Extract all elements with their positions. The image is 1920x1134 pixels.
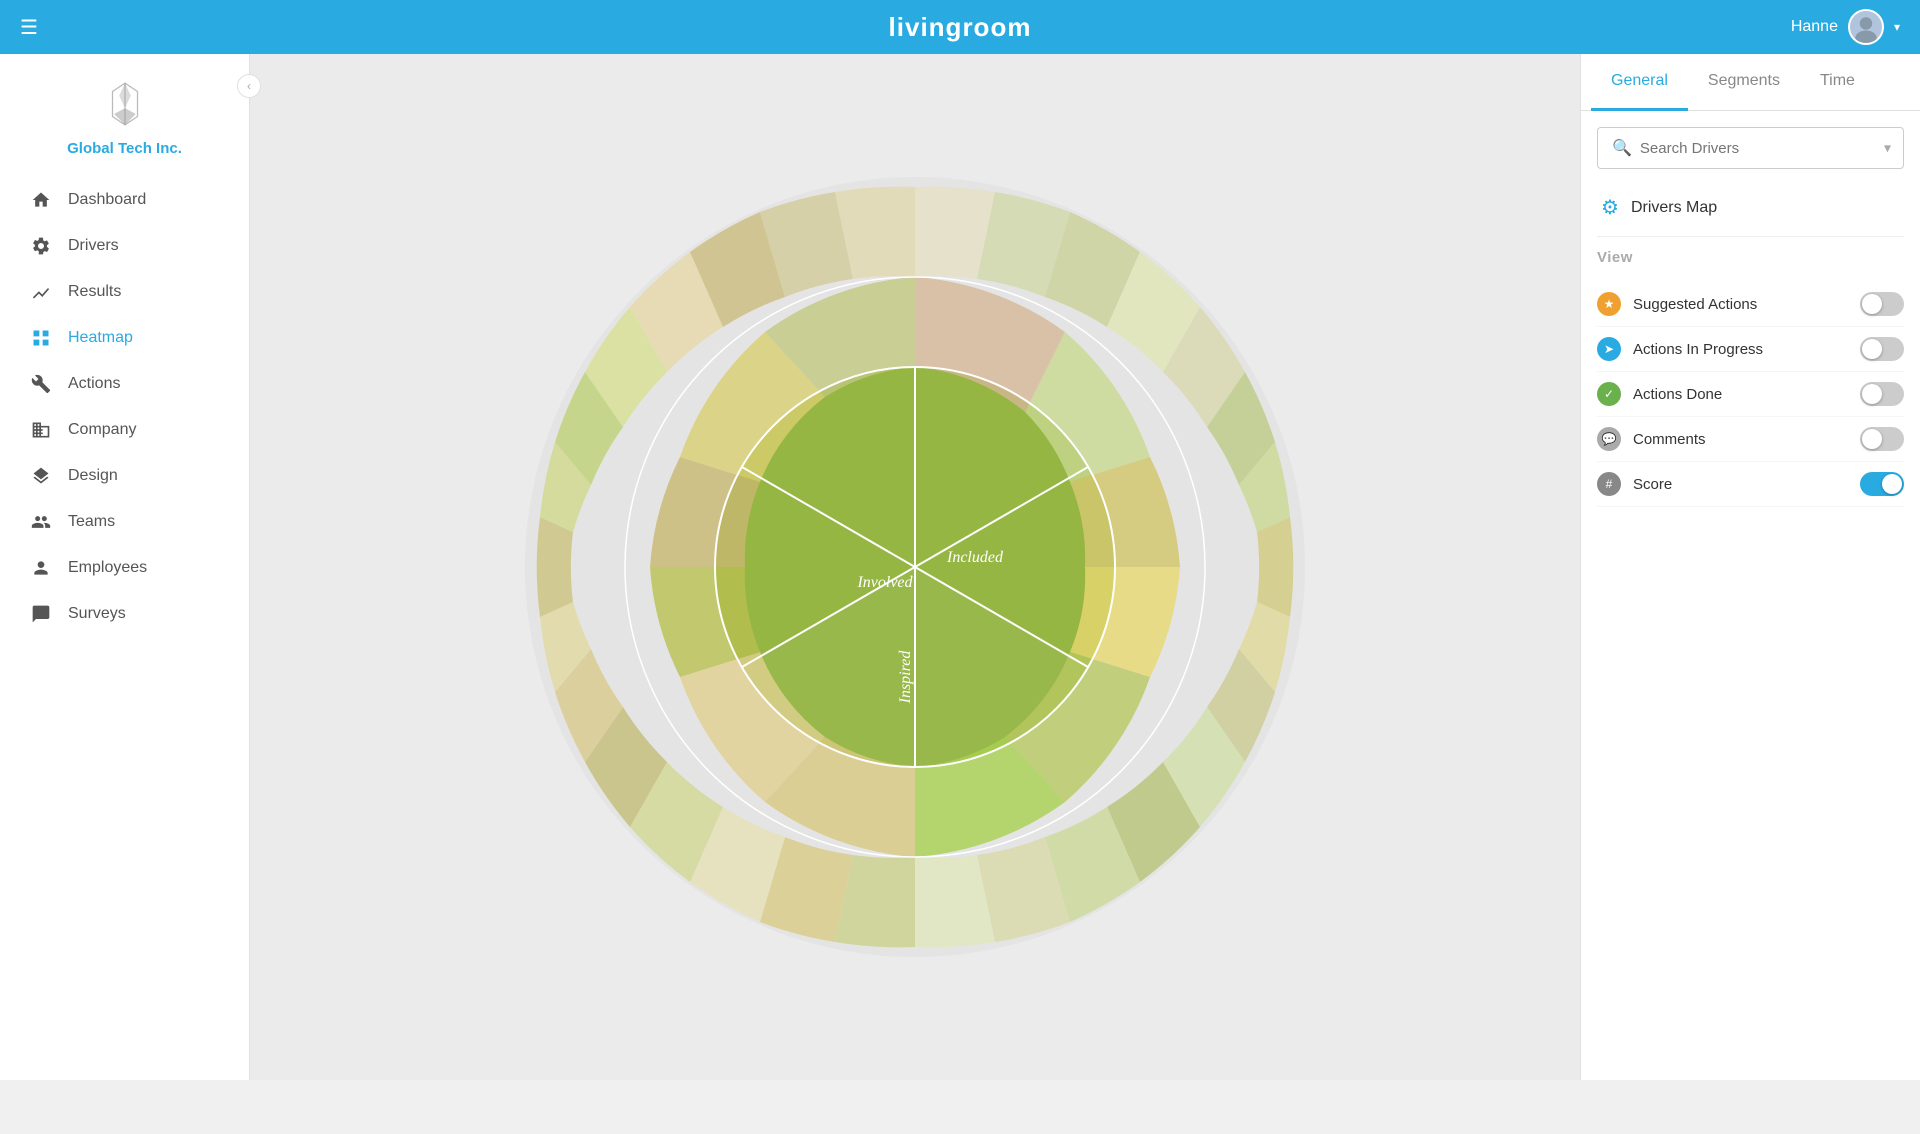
comments-label: Comments (1633, 431, 1706, 448)
topbar: ☰ livingroom Hanne ▾ (0, 0, 1920, 54)
sidebar-item-surveys[interactable]: Surveys (0, 591, 249, 637)
teams-nav-icon (30, 511, 52, 533)
toggle-row-score: # Score (1597, 462, 1904, 507)
comments-toggle[interactable] (1860, 427, 1904, 451)
actions-in-progress-toggle[interactable] (1860, 337, 1904, 361)
company-nav-icon (30, 419, 52, 441)
company-logo (95, 74, 155, 134)
sidebar-item-label-dashboard: Dashboard (68, 191, 146, 209)
drivers-map-label: Drivers Map (1631, 199, 1717, 217)
sidebar-item-label-teams: Teams (68, 513, 115, 531)
dashboard-nav-icon (30, 189, 52, 211)
sidebar-item-label-employees: Employees (68, 559, 147, 577)
surveys-nav-icon (30, 603, 52, 625)
search-icon: 🔍 (1612, 138, 1632, 158)
sidebar-item-company[interactable]: Company (0, 407, 249, 453)
sidebar-item-results[interactable]: Results (0, 269, 249, 315)
toggle-left-suggested-actions: ★ Suggested Actions (1597, 292, 1757, 316)
score-label: Score (1633, 476, 1672, 493)
svg-text:Inspired: Inspired (897, 650, 914, 705)
toggle-left-actions-done: ✓ Actions Done (1597, 382, 1722, 406)
actions-done-toggle[interactable] (1860, 382, 1904, 406)
actions-done-icon: ✓ (1597, 382, 1621, 406)
design-nav-icon (30, 465, 52, 487)
sidebar-item-label-surveys: Surveys (68, 605, 126, 623)
drivers-nav-icon (30, 235, 52, 257)
score-toggle[interactable] (1860, 472, 1904, 496)
sidebar-item-heatmap[interactable]: Heatmap (0, 315, 249, 361)
sidebar-collapse-button[interactable]: ‹ (237, 74, 261, 98)
user-name: Hanne (1791, 18, 1838, 36)
actions-done-label: Actions Done (1633, 386, 1722, 403)
menu-icon[interactable]: ☰ (20, 15, 38, 40)
tab-general[interactable]: General (1591, 54, 1688, 111)
sidebar-item-teams[interactable]: Teams (0, 499, 249, 545)
main-content: Involved Included Inspired (250, 54, 1580, 1080)
suggested-actions-label: Suggested Actions (1633, 296, 1757, 313)
tab-time[interactable]: Time (1800, 54, 1875, 111)
chevron-down-icon[interactable]: ▾ (1884, 140, 1891, 157)
drivers-map-row: ⚙ Drivers Map (1597, 185, 1904, 237)
gear-icon: ⚙ (1601, 195, 1619, 220)
results-nav-icon (30, 281, 52, 303)
sidebar: ‹ Global Tech Inc. Dashboard Drivers Res… (0, 54, 250, 1080)
toggle-left-score: # Score (1597, 472, 1672, 496)
sidebar-item-label-heatmap: Heatmap (68, 329, 133, 347)
view-label: View (1597, 249, 1904, 266)
suggested-actions-toggle[interactable] (1860, 292, 1904, 316)
toggle-left-comments: 💬 Comments (1597, 427, 1706, 451)
sidebar-item-label-results: Results (68, 283, 121, 301)
actions-in-progress-label: Actions In Progress (1633, 341, 1763, 358)
employees-nav-icon (30, 557, 52, 579)
app-title: livingroom (889, 12, 1032, 43)
sidebar-item-drivers[interactable]: Drivers (0, 223, 249, 269)
heatmap-chart: Involved Included Inspired (515, 167, 1315, 967)
toggle-row-comments: 💬 Comments (1597, 417, 1904, 462)
tab-segments[interactable]: Segments (1688, 54, 1800, 111)
tabs-row: GeneralSegmentsTime (1581, 54, 1920, 111)
sidebar-item-label-design: Design (68, 467, 118, 485)
actions-in-progress-icon: ➤ (1597, 337, 1621, 361)
sidebar-item-dashboard[interactable]: Dashboard (0, 177, 249, 223)
company-name: Global Tech Inc. (67, 140, 182, 157)
sidebar-item-label-company: Company (68, 421, 136, 439)
sidebar-item-label-actions: Actions (68, 375, 120, 393)
user-menu[interactable]: Hanne ▾ (1791, 9, 1900, 45)
right-panel: GeneralSegmentsTime 🔍 ▾ ⚙ Drivers Map Vi… (1580, 54, 1920, 1080)
toggle-left-actions-in-progress: ➤ Actions In Progress (1597, 337, 1763, 361)
score-icon: # (1597, 472, 1621, 496)
svg-text:Included: Included (946, 549, 1004, 566)
search-drivers-container[interactable]: 🔍 ▾ (1597, 127, 1904, 169)
heatmap-nav-icon (30, 327, 52, 349)
sidebar-item-actions[interactable]: Actions (0, 361, 249, 407)
toggle-row-actions-done: ✓ Actions Done (1597, 372, 1904, 417)
sidebar-item-label-drivers: Drivers (68, 237, 119, 255)
sidebar-item-employees[interactable]: Employees (0, 545, 249, 591)
svg-text:Involved: Involved (856, 574, 913, 591)
sidebar-item-design[interactable]: Design (0, 453, 249, 499)
suggested-actions-icon: ★ (1597, 292, 1621, 316)
actions-nav-icon (30, 373, 52, 395)
comments-icon: 💬 (1597, 427, 1621, 451)
toggle-row-actions-in-progress: ➤ Actions In Progress (1597, 327, 1904, 372)
chevron-down-icon: ▾ (1894, 20, 1900, 34)
avatar (1848, 9, 1884, 45)
toggle-row-suggested-actions: ★ Suggested Actions (1597, 282, 1904, 327)
panel-body: 🔍 ▾ ⚙ Drivers Map View ★ Suggested Actio… (1581, 111, 1920, 1080)
search-drivers-input[interactable] (1640, 140, 1889, 157)
